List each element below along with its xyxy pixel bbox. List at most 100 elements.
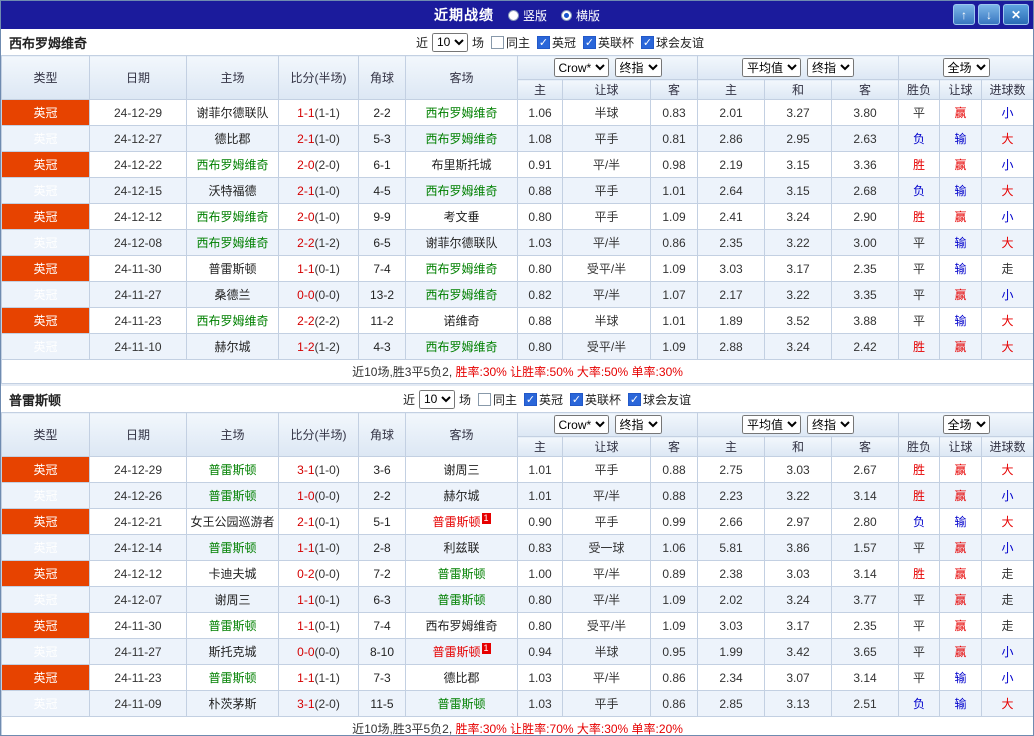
bookmaker-odds-header: Crow* 终指: [516, 55, 699, 80]
column-header: 主场: [186, 412, 279, 457]
average-odds-select[interactable]: 终指: [807, 58, 855, 77]
match-date: 24-12-07: [89, 586, 187, 613]
handicap-result: 赢: [939, 151, 983, 178]
filter-league-cup[interactable]: ✓ 英联杯: [570, 391, 621, 408]
home-team-cell: 普雷斯顿: [186, 255, 279, 282]
sub-column-header: 和: [764, 79, 833, 100]
goals-result: 大: [981, 456, 1033, 483]
handicap-odds-value: 平手: [562, 177, 651, 204]
scroll-up-button[interactable]: ↑: [953, 4, 975, 25]
average-odds-value: 2.64: [697, 177, 766, 204]
corners-cell: 13-2: [358, 281, 406, 308]
match-scope-select[interactable]: 全场: [942, 58, 990, 77]
handicap-odds-value: 0.89: [649, 560, 699, 587]
filter-league-championship[interactable]: ✓ 英冠: [524, 391, 563, 408]
home-team-cell: 普雷斯顿: [186, 664, 279, 691]
average-odds-value: 3.00: [831, 229, 900, 256]
match-result: 负: [898, 177, 941, 204]
handicap-odds-value: 1.01: [649, 177, 699, 204]
average-odds-value: 2.90: [831, 203, 900, 230]
close-button[interactable]: ✕: [1003, 4, 1029, 25]
handicap-odds-value: 1.01: [649, 307, 699, 334]
handicap-odds-value: 平/半: [562, 151, 651, 178]
bookmaker-odds-select[interactable]: 终指: [614, 415, 662, 434]
fulltime-score: 2-2: [297, 313, 315, 328]
matches-label: 场: [471, 35, 484, 50]
goals-result: 小: [981, 534, 1033, 561]
handicap-odds-value: 平/半: [562, 560, 651, 587]
scroll-down-button[interactable]: ↓: [978, 4, 1000, 25]
match-row: 英冠 24-11-10 赫尔城 1-2(1-2) 4-3 西布罗姆维奇 0.80 受平/半 1.…: [1, 333, 1033, 360]
bookmaker-odds-select[interactable]: 终指: [614, 58, 662, 77]
average-odds-value: 3.22: [764, 281, 833, 308]
average-odds-select[interactable]: 终指: [807, 415, 855, 434]
fulltime-score: 1-1: [297, 261, 315, 276]
filter-same-home[interactable]: 同主: [490, 34, 530, 51]
average-odds-value: 3.03: [697, 255, 766, 282]
away-team-name: 西布罗姆维奇: [425, 288, 498, 302]
sub-column-header: 进球数: [981, 79, 1033, 100]
match-date: 24-12-29: [89, 99, 187, 126]
halftime-score: (1-0): [314, 462, 340, 477]
away-team-name: 西布罗姆维奇: [425, 262, 498, 276]
handicap-result: 赢: [939, 638, 983, 665]
match-date: 24-11-23: [89, 307, 187, 334]
score-cell: 1-1(1-1): [278, 664, 359, 691]
corners-cell: 4-5: [358, 177, 406, 204]
handicap-odds-value: 0.81: [649, 125, 699, 152]
match-result: 平: [898, 612, 941, 639]
away-team-cell: 西布罗姆维奇: [405, 99, 518, 126]
filter-club-friendly[interactable]: ✓ 球会友谊: [628, 391, 691, 408]
home-team-cell: 谢周三: [186, 586, 279, 613]
fulltime-score: 2-1: [297, 131, 315, 146]
handicap-result: 输: [939, 307, 983, 334]
sub-column-header: 让球: [562, 79, 651, 100]
layout-option-vertical[interactable]: 竖版: [507, 7, 547, 24]
score-cell: 2-0(2-0): [278, 151, 359, 178]
corners-cell: 7-3: [358, 664, 406, 691]
match-scope-select[interactable]: 全场: [942, 415, 990, 434]
bookmaker-odds-select[interactable]: Crow*: [553, 415, 609, 434]
handicap-odds-value: 0.83: [649, 99, 699, 126]
goals-result: 走: [981, 586, 1033, 613]
goals-result: 小: [981, 151, 1033, 178]
handicap-odds-value: 0.88: [649, 456, 699, 483]
summary-segment: 胜率:30% 让胜率:70% 大率:30% 单率:20%: [455, 722, 683, 736]
fulltime-score: 2-2: [297, 235, 315, 250]
filter-league-championship[interactable]: ✓ 英冠: [537, 34, 576, 51]
handicap-odds-value: 0.86: [649, 690, 699, 717]
close-icon: ✕: [1010, 7, 1022, 22]
sub-column-header: 主: [697, 436, 766, 457]
average-odds-value: 1.99: [697, 638, 766, 665]
match-count-select[interactable]: 10: [418, 389, 455, 409]
match-row: 英冠 24-12-21 女王公园巡游者 2-1(0-1) 5-1 普雷斯顿 1 0.90 平手 0…: [1, 508, 1033, 535]
filter-club-friendly[interactable]: ✓ 球会友谊: [641, 34, 704, 51]
handicap-odds-value: 0.91: [517, 151, 563, 178]
handicap-odds-value: 0.82: [517, 281, 563, 308]
column-header: 日期: [89, 55, 187, 100]
checkbox-icon: [490, 35, 504, 49]
sub-column-header: 胜负: [898, 436, 941, 457]
matches-label: 场: [458, 392, 471, 407]
filter-league-cup[interactable]: ✓ 英联杯: [583, 34, 634, 51]
bookmaker-odds-select[interactable]: Crow*: [553, 58, 609, 77]
away-team-cell: 西布罗姆维奇: [405, 281, 518, 308]
match-row: 英冠 24-11-23 普雷斯顿 1-1(1-1) 7-3 德比郡 1.03 平/半 0.86 2…: [1, 664, 1033, 691]
handicap-odds-value: 1.03: [517, 690, 563, 717]
checkbox-label: 英冠: [539, 392, 564, 407]
average-odds-value: 3.27: [764, 99, 833, 126]
home-team-name: 西布罗姆维奇: [196, 210, 269, 224]
match-count-select[interactable]: 10: [431, 32, 468, 52]
average-odds-value: 3.15: [764, 177, 833, 204]
score-cell: 1-1(1-1): [278, 99, 359, 126]
average-odds-value: 3.22: [764, 482, 833, 509]
summary-text: 近10场,胜3平5负2, 胜率:30% 让胜率:70% 大率:30% 单率:20…: [1, 716, 1033, 736]
average-odds-select[interactable]: 平均值: [742, 415, 802, 434]
layout-option-horizontal[interactable]: 横版: [561, 7, 600, 24]
filter-same-home[interactable]: 同主: [477, 391, 517, 408]
up-arrow-icon: ↑: [961, 7, 967, 22]
handicap-odds-value: 1.08: [517, 125, 563, 152]
league-badge: 英冠: [1, 612, 90, 639]
league-badge: 英冠: [1, 456, 90, 483]
average-odds-select[interactable]: 平均值: [742, 58, 802, 77]
